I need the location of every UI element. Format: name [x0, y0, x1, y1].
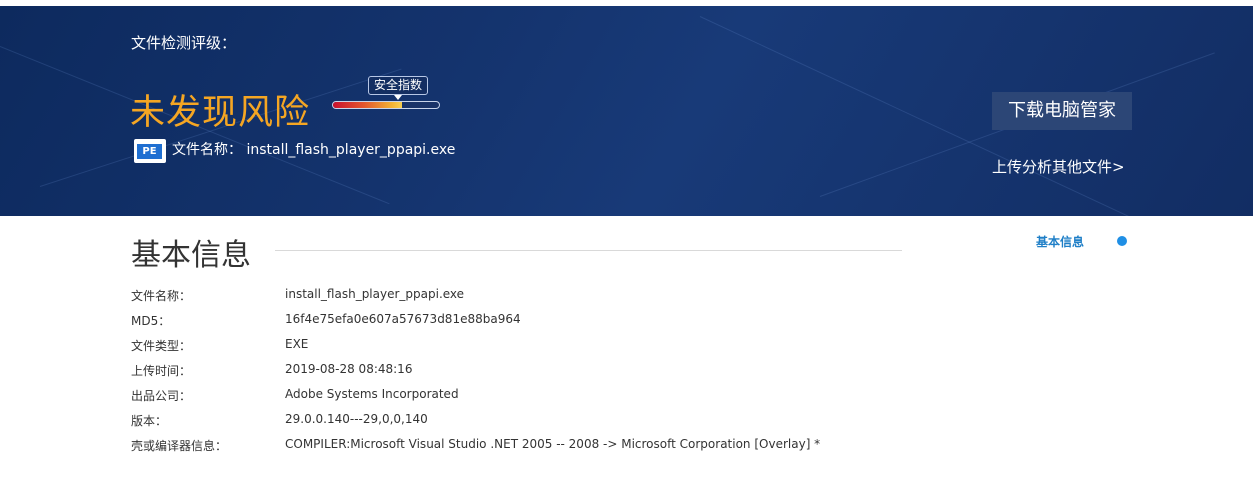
- info-value: EXE: [285, 337, 309, 351]
- info-key: 文件名称：: [131, 289, 192, 303]
- info-value: install_flash_player_ppapi.exe: [285, 287, 465, 301]
- section-divider: [275, 250, 902, 251]
- info-key: 文件类型：: [131, 339, 192, 353]
- info-value: 2019-08-28 08:48:16: [285, 362, 413, 376]
- info-value: COMPILER:Microsoft Visual Studio .NET 20…: [285, 437, 821, 451]
- info-key: 出品公司：: [131, 389, 192, 403]
- safety-index-bar: [332, 101, 440, 109]
- safety-index-badge: 安全指数: [368, 76, 429, 95]
- verdict-label: 文件检测评级：: [131, 34, 237, 52]
- file-name-value: install_flash_player_ppapi.exe: [246, 142, 456, 158]
- info-key: MD5：: [131, 314, 171, 328]
- file-name-label: 文件名称：: [172, 142, 242, 158]
- section-title: 基本信息: [131, 238, 251, 273]
- verdict-text: 未发现风险: [130, 93, 311, 133]
- info-value: 16f4e75efa0e607a57673d81e88ba964: [285, 312, 521, 326]
- side-nav-dot-icon[interactable]: [1117, 236, 1127, 246]
- info-key: 壳或编译器信息：: [131, 439, 228, 453]
- info-value: Adobe Systems Incorporated: [285, 387, 459, 401]
- safety-pointer-icon: [394, 95, 402, 100]
- download-pc-manager-button[interactable]: 下载电脑管家: [992, 92, 1132, 130]
- pe-file-icon: PE: [134, 139, 166, 163]
- side-nav-basic-info[interactable]: 基本信息: [1036, 233, 1084, 250]
- file-name-line: 文件名称： install_flash_player_ppapi.exe: [172, 139, 455, 159]
- safety-index-fill: [333, 102, 402, 108]
- pe-file-icon-label: PE: [137, 144, 162, 159]
- info-key: 版本：: [131, 414, 168, 428]
- result-banner: 文件检测评级： 未发现风险 安全指数 PE 文件名称： install_flas…: [0, 6, 1253, 216]
- info-value: 29.0.0.140---29,0,0,140: [285, 412, 428, 426]
- info-key: 上传时间：: [131, 364, 192, 378]
- upload-other-file-link[interactable]: 上传分析其他文件>: [992, 156, 1125, 177]
